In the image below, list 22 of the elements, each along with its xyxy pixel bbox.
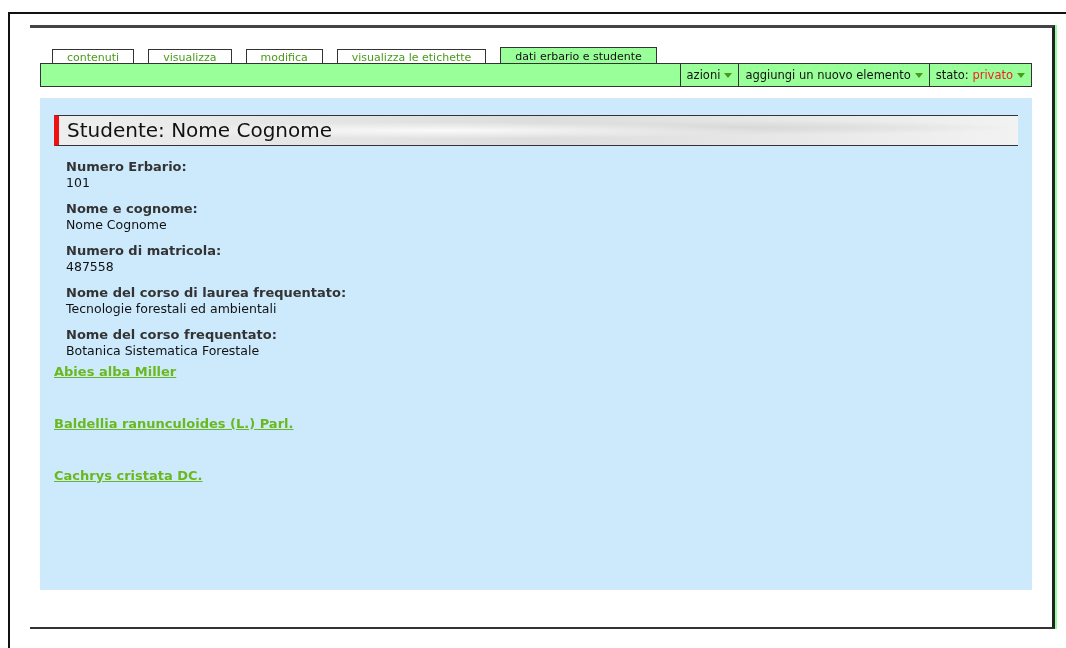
tab[interactable]: dati erbario e studente [500, 47, 657, 63]
tab[interactable]: visualizza [148, 49, 232, 63]
field-value: Botanica Sistematica Forestale [66, 343, 261, 358]
tab[interactable]: visualizza le etichette [336, 49, 487, 63]
species-link[interactable]: Abies alba Miller [54, 364, 177, 379]
page-title: Studente: Nome Cognome [54, 115, 1018, 146]
field-value: Nome Cognome [66, 217, 168, 232]
field-label: Nome del corso frequentato: [66, 326, 278, 343]
tab[interactable]: modifica [245, 49, 323, 63]
dropdown-arrow-icon [1017, 72, 1025, 78]
field-label: Numero di matricola: [66, 242, 223, 259]
field-value: Tecnologie forestali ed ambientali [66, 301, 278, 316]
dropdown-arrow-icon [724, 72, 733, 78]
field-value: 487558 [66, 259, 115, 274]
species-link[interactable]: Cachrys cristata DC. [54, 468, 203, 483]
tab[interactable]: contenuti [52, 49, 135, 63]
dropdown-arrow-icon [914, 72, 923, 78]
field-label: Nome e cognome: [66, 200, 199, 217]
field-label: Numero Erbario: [66, 158, 188, 175]
field-label: Nome del corso di laurea frequentato: [66, 284, 348, 301]
species-link[interactable]: Baldellia ranunculoides (L.) Parl. [54, 416, 294, 431]
field-value: 101 [66, 175, 91, 190]
